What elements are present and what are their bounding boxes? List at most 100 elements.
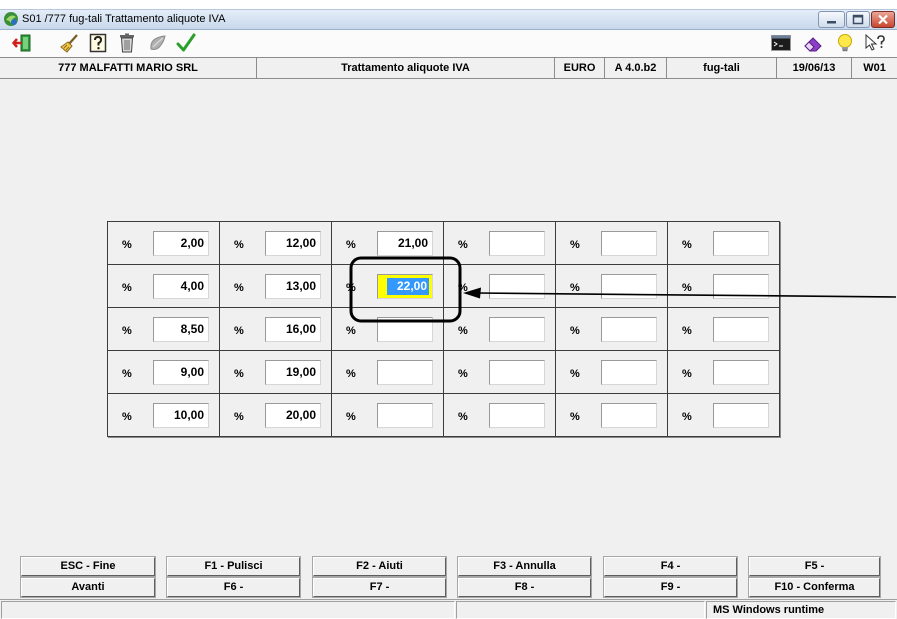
rate-cell: % (556, 265, 668, 308)
title-bar[interactable]: S01 /777 fug-tali Trattamento aliquote I… (0, 9, 897, 30)
rate-cell: % 19,00 (220, 351, 332, 394)
percent-label: % (122, 325, 132, 337)
rate-cell: % (668, 265, 780, 308)
minimize-icon (827, 21, 836, 24)
percent-label: % (346, 325, 356, 337)
status-segment-2 (456, 601, 705, 619)
rate-input[interactable] (489, 231, 545, 256)
rate-cell: % 22,00 (332, 265, 444, 308)
percent-label: % (122, 411, 132, 423)
status-segment-1 (1, 601, 455, 619)
percent-label: % (346, 411, 356, 423)
close-button[interactable] (871, 11, 895, 28)
rate-input[interactable]: 20,00 (265, 403, 321, 428)
program-name: fug-tali (667, 58, 777, 78)
f7-button[interactable]: F7 - (313, 578, 446, 597)
f4-button[interactable]: F4 - (604, 557, 737, 576)
rate-value: 19,00 (285, 365, 316, 379)
percent-label: % (682, 325, 692, 337)
rate-input[interactable] (489, 317, 545, 342)
rate-value: 13,00 (285, 279, 316, 293)
avanti-button[interactable]: Avanti (21, 578, 155, 597)
rate-input[interactable]: 4,00 (153, 274, 209, 299)
f10-button[interactable]: F10 - Conferma (749, 578, 880, 597)
exit-icon[interactable] (12, 33, 32, 53)
percent-label: % (234, 325, 244, 337)
rate-cell: % 16,00 (220, 308, 332, 351)
brush-icon[interactable] (148, 33, 168, 53)
f3-button[interactable]: F3 - Annulla (458, 557, 591, 576)
rate-input[interactable]: 10,00 (153, 403, 209, 428)
maximize-button[interactable] (846, 11, 870, 28)
rate-input[interactable] (713, 317, 769, 342)
rate-input[interactable] (713, 231, 769, 256)
percent-label: % (122, 239, 132, 251)
rate-input[interactable] (601, 403, 657, 428)
rate-cell: % 9,00 (108, 351, 220, 394)
percent-label: % (570, 325, 580, 337)
rate-input[interactable]: 12,00 (265, 231, 321, 256)
rate-input[interactable] (377, 360, 433, 385)
f6-button[interactable]: F6 - (167, 578, 300, 597)
percent-label: % (570, 239, 580, 251)
rate-input[interactable] (713, 403, 769, 428)
rate-input[interactable] (713, 360, 769, 385)
f1-button[interactable]: F1 - Pulisci (167, 557, 300, 576)
rate-input[interactable]: 21,00 (377, 231, 433, 256)
window-title: S01 /777 fug-tali Trattamento aliquote I… (22, 13, 226, 25)
check-icon[interactable] (176, 33, 196, 53)
trash-icon[interactable] (117, 33, 137, 53)
percent-label: % (682, 239, 692, 251)
rate-input[interactable] (377, 317, 433, 342)
f5-button[interactable]: F5 - (749, 557, 880, 576)
broom-icon[interactable] (60, 33, 80, 53)
percent-label: % (346, 282, 356, 294)
rate-input[interactable] (601, 274, 657, 299)
rate-cell: % (444, 308, 556, 351)
rate-value: 20,00 (285, 408, 316, 422)
rate-cell: % (444, 222, 556, 265)
help-box-icon[interactable] (88, 33, 108, 53)
rate-cell: % (332, 351, 444, 394)
f8-button[interactable]: F8 - (458, 578, 591, 597)
f2-button[interactable]: F2 - Aiuti (313, 557, 446, 576)
rate-input[interactable]: 16,00 (265, 317, 321, 342)
rate-cell: % 2,00 (108, 222, 220, 265)
f9-button[interactable]: F9 - (604, 578, 737, 597)
eraser-icon[interactable] (803, 33, 823, 53)
rate-input[interactable] (489, 274, 545, 299)
rate-cell: % (556, 394, 668, 437)
rate-input[interactable]: 13,00 (265, 274, 321, 299)
minimize-button[interactable] (818, 11, 845, 28)
percent-label: % (346, 239, 356, 251)
percent-label: % (682, 368, 692, 380)
rate-input-focused[interactable]: 22,00 (377, 274, 433, 299)
rate-input[interactable] (377, 403, 433, 428)
rate-input[interactable] (601, 317, 657, 342)
rate-cell: % (556, 308, 668, 351)
rate-input[interactable]: 8,50 (153, 317, 209, 342)
rate-input[interactable] (601, 231, 657, 256)
percent-label: % (458, 368, 468, 380)
help-pointer-icon[interactable] (864, 33, 886, 53)
rate-input[interactable] (489, 360, 545, 385)
rate-value: 2,00 (180, 236, 204, 250)
date: 19/06/13 (777, 58, 852, 78)
percent-label: % (458, 282, 468, 294)
esc-button[interactable]: ESC - Fine (21, 557, 155, 576)
percent-label: % (458, 411, 468, 423)
rate-cell: % (668, 222, 780, 265)
lightbulb-icon[interactable] (835, 33, 855, 53)
rate-cell: % 4,00 (108, 265, 220, 308)
rate-value: 10,00 (173, 408, 204, 422)
rate-cell: % (444, 265, 556, 308)
rate-input[interactable]: 19,00 (265, 360, 321, 385)
rate-input[interactable] (601, 360, 657, 385)
rate-input[interactable]: 2,00 (153, 231, 209, 256)
rate-cell: % (332, 394, 444, 437)
rate-input[interactable] (489, 403, 545, 428)
percent-label: % (234, 282, 244, 294)
terminal-icon[interactable] (771, 33, 791, 53)
rate-input[interactable]: 9,00 (153, 360, 209, 385)
rate-input[interactable] (713, 274, 769, 299)
